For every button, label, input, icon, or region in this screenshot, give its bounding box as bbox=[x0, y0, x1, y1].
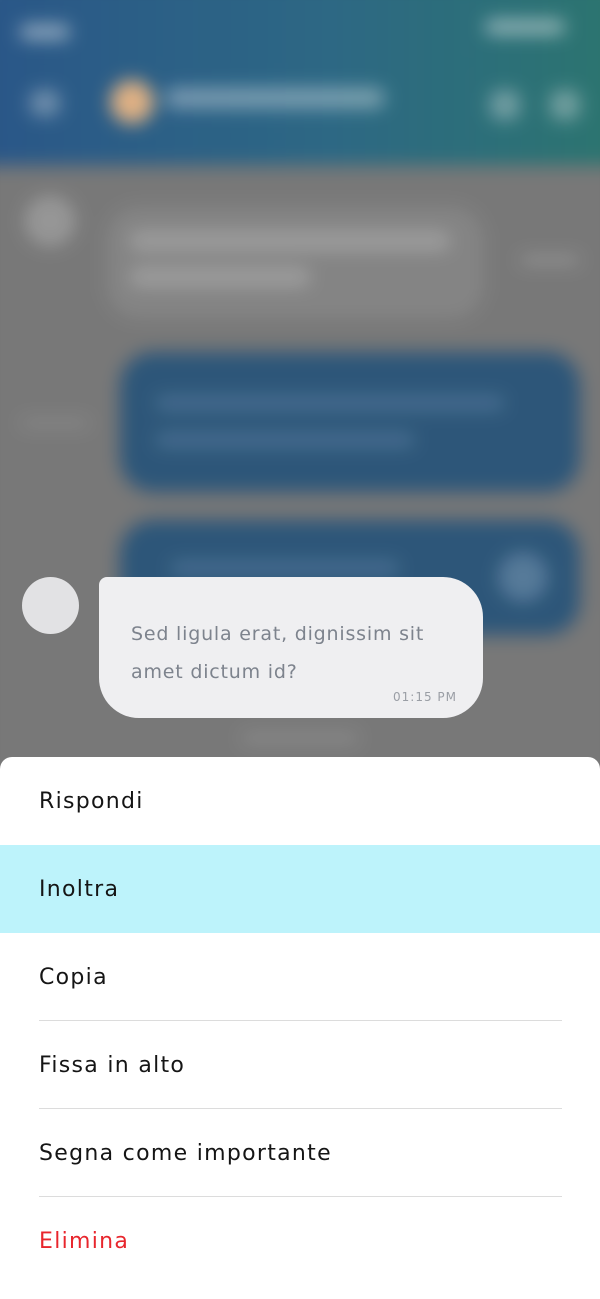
pin-label: Fissa in alto bbox=[39, 1052, 186, 1078]
reply-menu-item[interactable]: Rispondi bbox=[0, 757, 600, 845]
copy-label: Copia bbox=[39, 964, 108, 990]
forward-label: Inoltra bbox=[39, 876, 120, 902]
message-actions-sheet: Rispondi Inoltra Copia Fissa in alto Seg… bbox=[0, 757, 600, 1299]
message-text: Sed ligula erat, dignissim sit amet dict… bbox=[131, 623, 425, 683]
mark-important-menu-item[interactable]: Segna come importante bbox=[0, 1109, 600, 1197]
mark-important-label: Segna come importante bbox=[39, 1140, 332, 1166]
delete-label: Elimina bbox=[39, 1228, 130, 1254]
message-timestamp: 01:15 PM bbox=[393, 690, 457, 704]
sender-avatar bbox=[22, 577, 79, 634]
copy-menu-item[interactable]: Copia bbox=[0, 933, 600, 1021]
selected-message-bubble: Sed ligula erat, dignissim sit amet dict… bbox=[99, 577, 483, 718]
reply-label: Rispondi bbox=[39, 788, 144, 814]
forward-menu-item[interactable]: Inoltra bbox=[0, 845, 600, 933]
delete-menu-item[interactable]: Elimina bbox=[0, 1197, 600, 1285]
pin-menu-item[interactable]: Fissa in alto bbox=[0, 1021, 600, 1109]
